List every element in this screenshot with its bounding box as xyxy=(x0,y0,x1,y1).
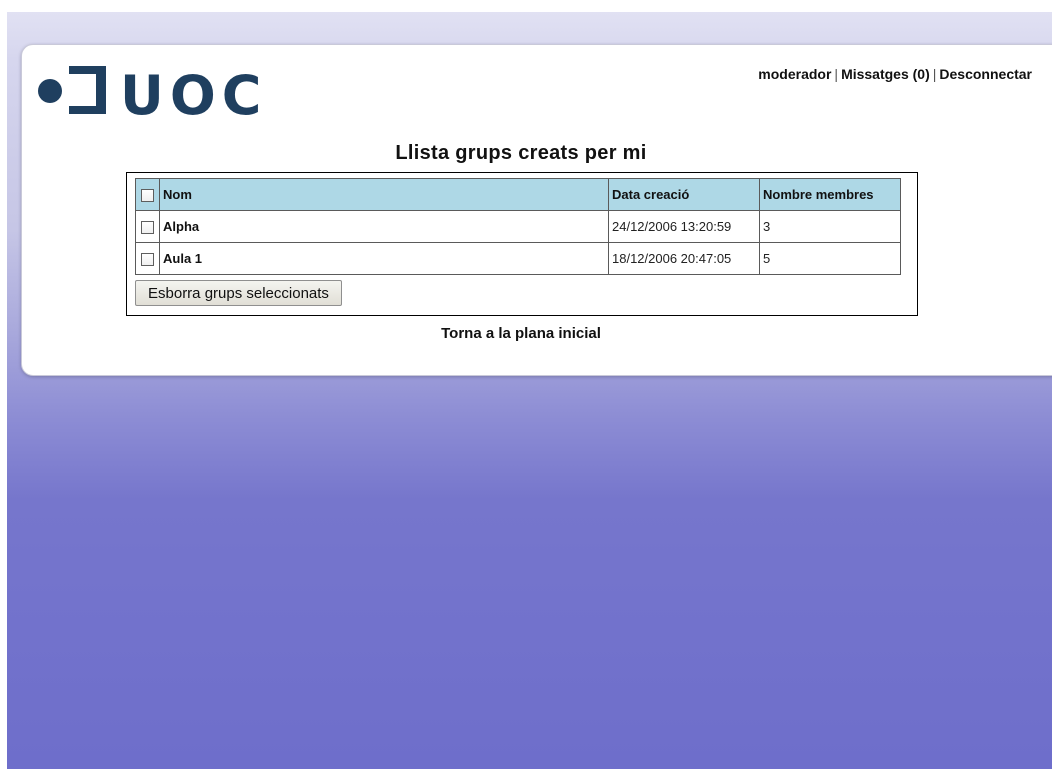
uoc-logo[interactable]: UOC xyxy=(36,58,276,128)
header-date[interactable]: Data creació xyxy=(608,178,760,211)
table-header-row: Nom Data creació Nombre membres xyxy=(135,178,901,211)
top-strip xyxy=(0,0,1052,12)
group-name[interactable]: Aula 1 xyxy=(159,242,609,275)
groups-form: Nom Data creació Nombre membres Alpha 24… xyxy=(126,172,918,316)
header-members[interactable]: Nombre membres xyxy=(759,178,901,211)
group-date: 18/12/2006 20:47:05 xyxy=(608,242,760,275)
row-checkbox-cell xyxy=(135,210,160,243)
row-checkbox-cell xyxy=(135,242,160,275)
table-row: Aula 1 18/12/2006 20:47:05 5 xyxy=(135,242,901,275)
header-name[interactable]: Nom xyxy=(159,178,609,211)
groups-table: Nom Data creació Nombre membres Alpha 24… xyxy=(135,178,901,275)
row-checkbox[interactable] xyxy=(141,221,154,235)
table-row: Alpha 24/12/2006 13:20:59 3 xyxy=(135,210,901,243)
user-link[interactable]: moderador xyxy=(758,66,831,82)
group-members: 3 xyxy=(759,210,901,243)
row-checkbox[interactable] xyxy=(141,253,154,267)
group-name[interactable]: Alpha xyxy=(159,210,609,243)
page-title: Llista grups creats per mi xyxy=(395,142,647,164)
logout-link[interactable]: Desconnectar xyxy=(939,66,1032,82)
svg-text:UOC: UOC xyxy=(120,64,267,127)
group-date: 24/12/2006 13:20:59 xyxy=(608,210,760,243)
separator: | xyxy=(932,66,937,82)
select-all-checkbox[interactable] xyxy=(141,189,154,203)
delete-selected-button[interactable]: Esborra grups seleccionats xyxy=(135,280,342,306)
group-members: 5 xyxy=(759,242,901,275)
messages-link[interactable]: Missatges (0) xyxy=(841,66,930,82)
select-all-cell xyxy=(135,178,160,211)
separator: | xyxy=(834,66,839,82)
header-links: moderador | Missatges (0) | Desconnectar xyxy=(758,66,1032,82)
left-strip xyxy=(0,0,7,769)
home-link[interactable]: Torna a la plana inicial xyxy=(0,325,1042,342)
uoc-logo-icon: UOC xyxy=(38,64,267,127)
